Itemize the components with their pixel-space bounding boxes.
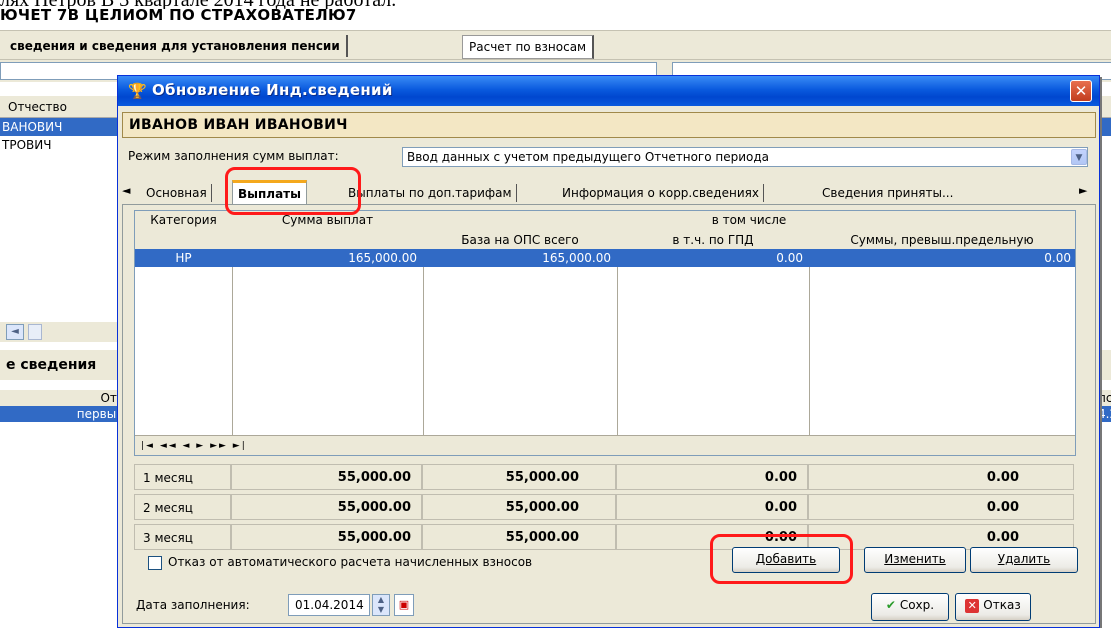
column-header-including: в том числе — [423, 211, 1075, 232]
background-grid-header: Отчество — [0, 96, 130, 118]
edit-button-label: Изменить — [884, 552, 946, 566]
cell-excess: 0.00 — [1044, 251, 1071, 265]
month-gpd: 0.00 — [616, 464, 808, 490]
cancel-button[interactable]: ✕ Отказ — [955, 593, 1031, 621]
background-tab-contributions[interactable]: Расчет по взносам — [462, 35, 595, 59]
close-button[interactable]: ✕ — [1070, 80, 1092, 102]
person-name: ИВАНОВ ИВАН ИВАНОВИЧ — [122, 112, 1096, 138]
grid-navigator[interactable]: |◄ ◄◄ ◄ ► ►► ►| — [135, 435, 1075, 455]
month-excess: 0.00 — [808, 494, 1074, 520]
tab-extra-tariffs[interactable]: Выплаты по доп.тарифам — [344, 184, 517, 202]
cancel-button-label: Отказ — [983, 598, 1021, 612]
tab-main[interactable]: Основная — [142, 184, 212, 202]
background-section-row[interactable]: первый — [0, 406, 130, 422]
auto-calc-refusal-checkbox[interactable] — [148, 556, 162, 570]
month-gpd: 0.00 — [616, 494, 808, 520]
tab-scroll-right-icon[interactable]: ► — [1079, 184, 1087, 197]
grid-line — [232, 267, 233, 435]
column-header-category[interactable]: Категория — [135, 211, 233, 250]
month-row: 2 месяц 55,000.00 55,000.00 0.00 0.00 — [134, 494, 1076, 520]
checkmark-icon: ✔ — [885, 598, 896, 612]
month-row: 1 месяц 55,000.00 55,000.00 0.00 0.00 — [134, 464, 1076, 490]
update-records-dialog: 🏆 Обновление Инд.сведений ✕ ИВАНОВ ИВАН … — [117, 75, 1100, 628]
dialog-titlebar[interactable]: 🏆 Обновление Инд.сведений ✕ — [118, 76, 1099, 106]
column-header-gpd[interactable]: в т.ч. по ГПД — [617, 231, 810, 250]
column-header-sum[interactable]: Сумма выплат — [232, 211, 424, 250]
dialog-title: Обновление Инд.сведений — [152, 81, 393, 99]
cell-base: 165,000.00 — [542, 251, 611, 265]
tab-accepted[interactable]: Сведения приняты... — [818, 184, 957, 202]
month-sum: 55,000.00 — [231, 494, 422, 520]
date-spinner-icon[interactable]: ▲ ▼ — [372, 594, 390, 616]
month-base: 55,000.00 — [422, 494, 616, 520]
column-header-excess[interactable]: Суммы, превыш.предельную — [809, 231, 1075, 250]
grid-line — [423, 267, 424, 435]
background-section-title: е сведения — [0, 350, 130, 380]
tab-scroll-left-icon[interactable]: ◄ — [122, 184, 130, 197]
month-excess: 0.00 — [808, 464, 1074, 490]
month-base: 55,000.00 — [422, 464, 616, 490]
save-button[interactable]: ✔ Сохр. — [871, 593, 949, 621]
calendar-icon[interactable]: ▣ — [394, 594, 414, 616]
month-label: 2 месяц — [134, 494, 231, 520]
month-sum: 55,000.00 — [231, 524, 422, 550]
background-row-selected[interactable]: ВАНОВИЧ — [0, 118, 130, 136]
auto-calc-refusal-label: Отказ от автоматического расчета начисле… — [168, 555, 533, 569]
payments-grid: Категория Сумма выплат в том числе База … — [134, 210, 1076, 456]
background-section-column: Отч — [0, 390, 130, 406]
delete-button[interactable]: Удалить — [970, 547, 1078, 573]
month-base: 55,000.00 — [422, 524, 616, 550]
fill-mode-select[interactable]: Ввод данных с учетом предыдущего Отчетно… — [402, 147, 1088, 167]
month-label: 3 месяц — [134, 524, 231, 550]
fill-date-field[interactable]: 01.04.2014 — [288, 594, 370, 616]
fill-mode-label: Режим заполнения сумм выплат: — [128, 149, 339, 163]
save-button-label: Сохр. — [899, 598, 935, 612]
cross-icon: ✕ — [965, 599, 980, 613]
fill-mode-value: Ввод данных с учетом предыдущего Отчетно… — [407, 150, 770, 164]
edit-button[interactable]: Изменить — [864, 547, 966, 573]
cell-sum: 165,000.00 — [348, 251, 417, 265]
delete-button-label: Удалить — [997, 552, 1051, 566]
column-header-base[interactable]: База на ОПС всего — [423, 231, 618, 250]
cell-gpd: 0.00 — [776, 251, 803, 265]
highlight-ring-add-button — [710, 534, 853, 584]
background-tab-info[interactable]: сведения и сведения для установления пен… — [4, 35, 348, 57]
background-row[interactable]: ТРОВИЧ — [0, 136, 130, 154]
month-sum: 55,000.00 — [231, 464, 422, 490]
chevron-down-icon[interactable]: ▼ — [1071, 149, 1087, 165]
background-tabstrip: сведения и сведения для установления пен… — [0, 30, 1111, 60]
highlight-ring-payments-tab — [225, 167, 361, 215]
cell-category: НР — [175, 251, 192, 265]
tab-corrections[interactable]: Информация о корр.сведениях — [558, 184, 764, 202]
scroll-left-icon[interactable]: ◄ — [6, 324, 24, 340]
grid-line — [809, 267, 810, 435]
table-row[interactable]: НР 165,000.00 165,000.00 0.00 0.00 — [135, 249, 1075, 267]
fill-date-label: Дата заполнения: — [136, 598, 250, 612]
background-title: ЮЧЕТ 7В ЦЕЛИОМ ПО СТРАХОВАТЕЛЮ7 — [0, 6, 357, 24]
month-label: 1 месяц — [134, 464, 231, 490]
app-icon: 🏆 — [128, 82, 147, 100]
scroll-thumb[interactable] — [28, 324, 42, 340]
grid-line — [617, 267, 618, 435]
